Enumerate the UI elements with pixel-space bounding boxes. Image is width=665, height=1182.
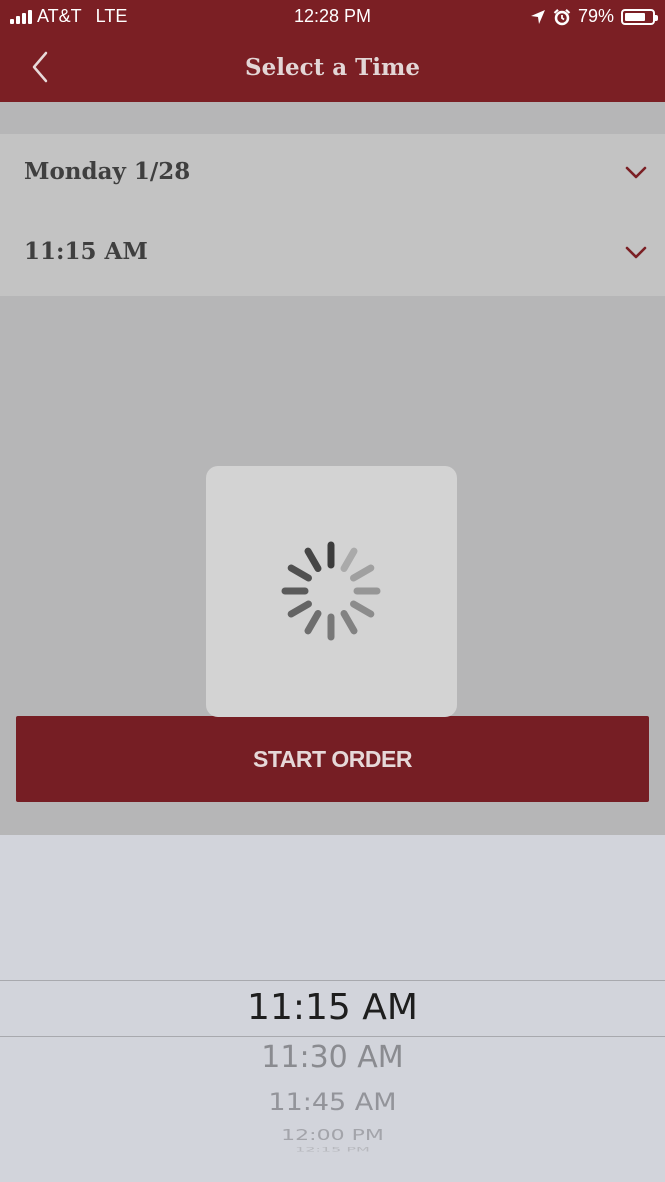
status-right: 79%: [530, 6, 658, 27]
spinner-spoke: [304, 547, 322, 572]
picker-selection-top-line: [0, 980, 665, 981]
page-title: Select a Time: [245, 54, 420, 81]
time-selector-label: 11:15 AM: [24, 238, 148, 265]
time-selector[interactable]: 11:15 AM: [0, 214, 665, 294]
time-picker[interactable]: 11:15 AM 11:30 AM 11:45 AM 12:00 PM 12:1…: [0, 835, 665, 1182]
spinner-spoke: [350, 564, 375, 582]
chevron-down-icon: [625, 246, 647, 259]
chevron-down-icon: [625, 166, 647, 179]
picker-item[interactable]: 11:45 AM: [0, 1089, 665, 1117]
start-order-button[interactable]: START ORDER: [16, 716, 649, 802]
status-bar: AT&T LTE 12:28 PM 79%: [0, 0, 665, 34]
battery-percent: 79%: [577, 6, 614, 26]
spinner-spoke: [287, 564, 312, 582]
date-selector-label: Monday 1/28: [24, 158, 191, 185]
spinner-spoke: [340, 547, 358, 572]
location-arrow-icon: [530, 9, 545, 24]
spinner-icon: [281, 541, 381, 641]
battery-fill: [625, 12, 646, 21]
picker-item-selected[interactable]: 11:15 AM: [0, 987, 665, 1028]
picker-item[interactable]: 12:00 PM: [0, 1127, 665, 1145]
date-selector[interactable]: Monday 1/28: [0, 134, 665, 214]
picker-item[interactable]: 12:15 PM: [0, 1146, 665, 1154]
spinner-spoke: [304, 610, 322, 635]
alarm-clock-icon: [553, 8, 571, 25]
spinner-spoke: [340, 610, 358, 635]
picker-item[interactable]: 11:30 AM: [0, 1040, 665, 1075]
loading-overlay: [206, 466, 457, 717]
time-selectors: Monday 1/28 11:15 AM: [0, 134, 665, 296]
nav-bar: Select a Time: [0, 34, 665, 102]
spinner-spoke: [287, 600, 312, 618]
picker-selection-bottom-line: [0, 1036, 665, 1037]
spinner-spoke: [350, 600, 375, 618]
battery-icon: [621, 8, 658, 25]
